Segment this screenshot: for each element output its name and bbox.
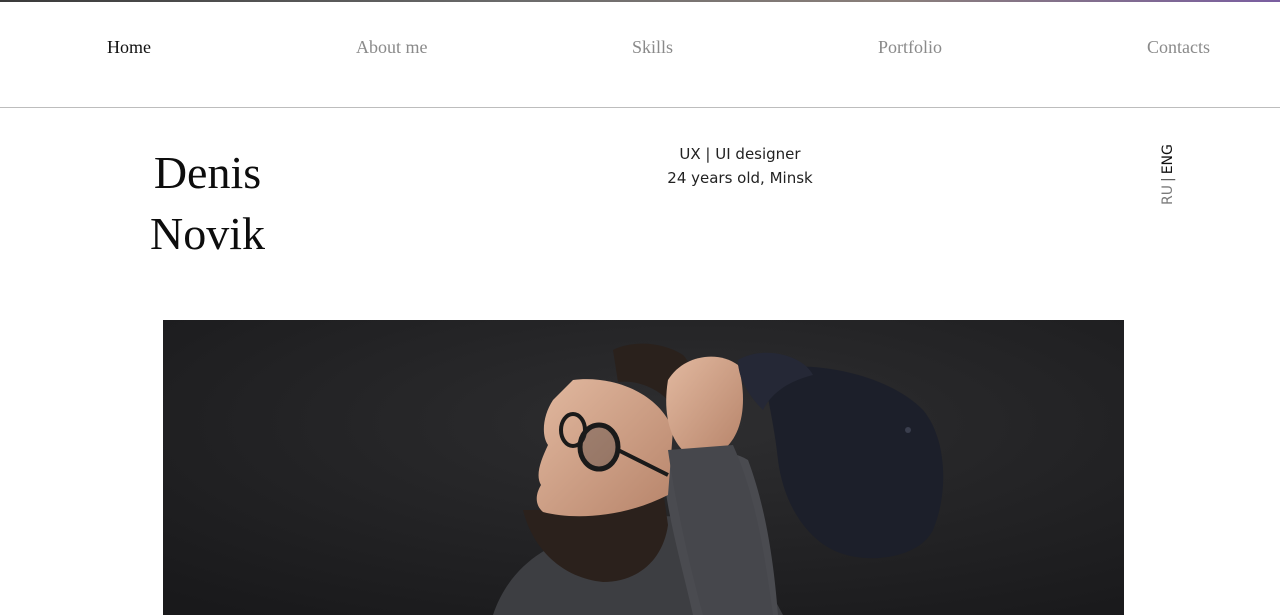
nav-item-contacts[interactable]: Contacts: [1147, 37, 1210, 58]
first-name: Denis: [153, 147, 262, 198]
language-switcher: RU | ENG: [1157, 144, 1179, 205]
last-name: Novik: [150, 208, 265, 259]
person-name: Denis Novik: [120, 142, 295, 264]
language-separator: |: [1160, 177, 1176, 183]
job-title: UX | UI designer: [679, 145, 801, 163]
nav-item-home[interactable]: Home: [107, 37, 151, 58]
age-location: 24 years old, Minsk: [667, 169, 813, 187]
nav-item-portfolio[interactable]: Portfolio: [878, 37, 942, 58]
language-option-eng[interactable]: ENG: [1160, 144, 1176, 174]
nav-item-skills[interactable]: Skills: [632, 37, 673, 58]
nav-item-about-me[interactable]: About me: [356, 37, 428, 58]
portrait-photo: [163, 320, 1124, 615]
language-option-ru[interactable]: RU: [1160, 185, 1176, 205]
person-info: UX | UI designer 24 years old, Minsk: [600, 142, 880, 190]
main-navigation: Home About me Skills Portfolio Contacts: [0, 2, 1280, 108]
